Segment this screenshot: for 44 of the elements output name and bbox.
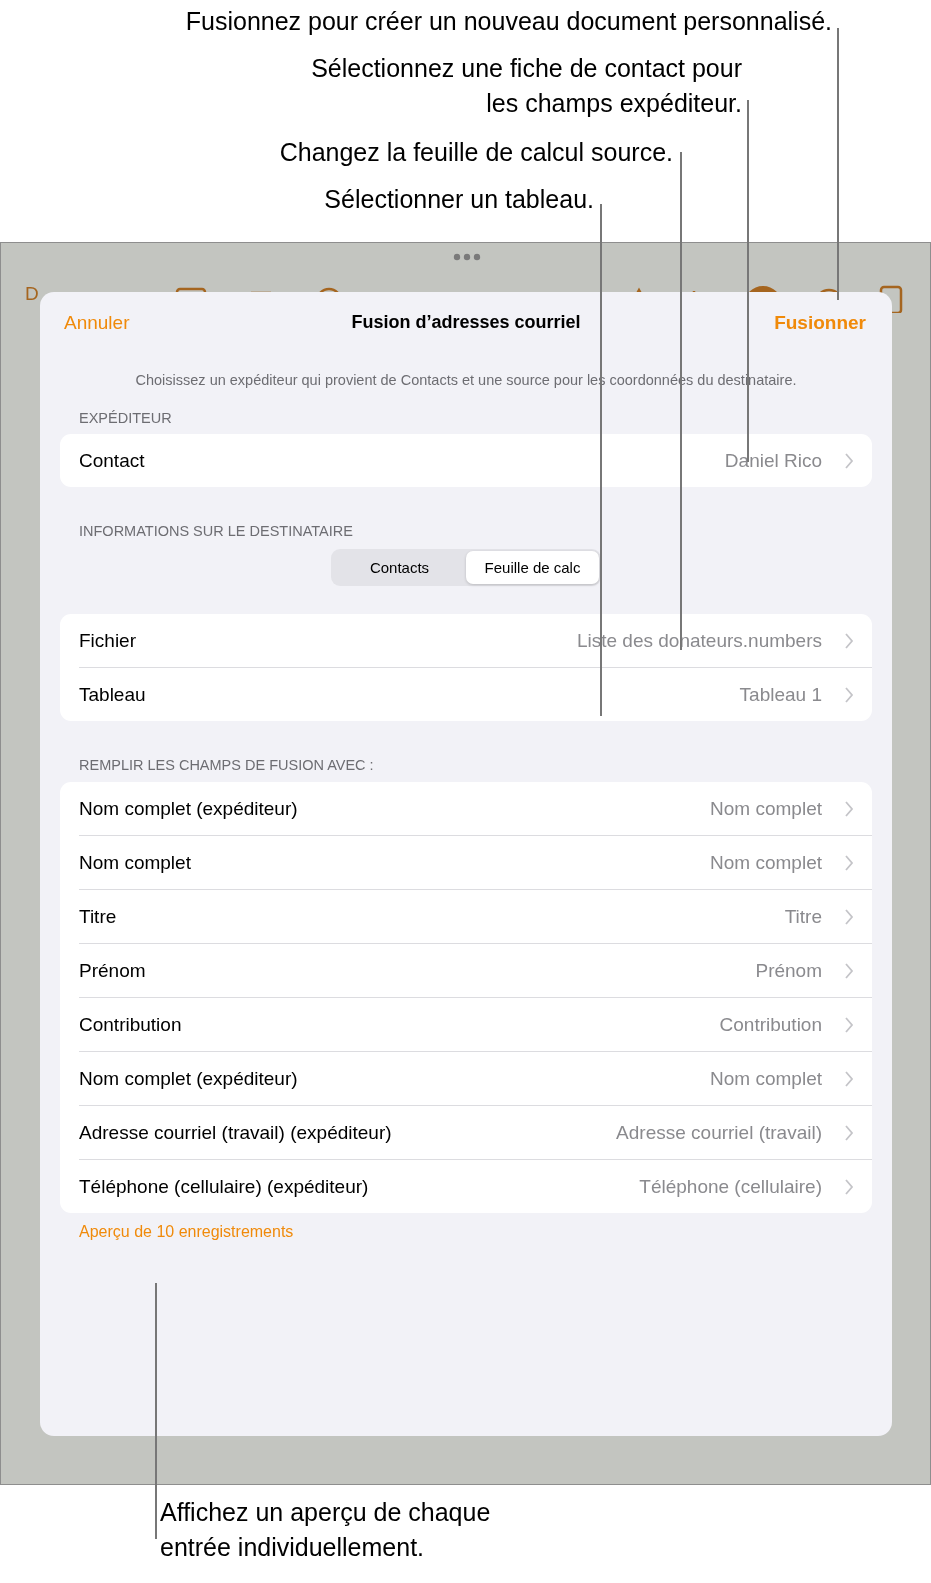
chevron-icon[interactable] [844, 1015, 854, 1034]
chevron-icon[interactable] [844, 907, 854, 926]
row-value: Contribution [719, 1013, 822, 1036]
row-value: Titre [784, 905, 822, 928]
chevron-icon[interactable] [844, 685, 854, 704]
section-label: EXPÉDITEUR [79, 410, 173, 426]
chevron-icon[interactable] [844, 853, 854, 872]
chevron-icon[interactable] [844, 1123, 854, 1142]
section-label: REMPLIR LES CHAMPS DE FUSION AVEC : [79, 757, 375, 773]
row-label[interactable]: Prénom [79, 959, 756, 982]
callout-text: Sélectionner un tableau. [324, 184, 595, 215]
row-value: Tableau 1 [739, 683, 822, 706]
row-value: Nom complet [710, 851, 822, 874]
row-label[interactable]: Nom complet (expéditeur) [79, 1067, 711, 1090]
row-label[interactable]: Titre [79, 905, 785, 928]
chevron-icon[interactable] [844, 961, 854, 980]
chevron-icon[interactable] [844, 1177, 854, 1196]
row-label[interactable]: Contact [79, 449, 725, 472]
chevron-icon[interactable] [844, 1069, 854, 1088]
row-value: Téléphone (cellulaire) [639, 1175, 822, 1198]
row-label[interactable]: Nom complet [79, 851, 711, 874]
chevron-icon[interactable] [844, 799, 854, 818]
row-label[interactable]: Adresse courriel (travail) (expéditeur) [79, 1121, 617, 1144]
more-icon[interactable] [453, 253, 481, 261]
row-label[interactable]: Tableau [79, 683, 740, 706]
segment-tab[interactable]: Contacts [333, 551, 466, 584]
section-label: INFORMATIONS SUR LE DESTINATAIRE [79, 523, 354, 539]
chevron-icon[interactable] [844, 451, 854, 470]
callout-text: Changez la feuille de calcul source. [279, 137, 674, 168]
segment-tab[interactable]: Feuille de calc [466, 551, 599, 584]
row-label[interactable]: Contribution [79, 1013, 720, 1036]
row-label[interactable]: Fichier [79, 629, 577, 652]
callout-text: Sélectionnez une fiche de contact pour les champs expéditeur. [311, 53, 743, 119]
sheet-title: Fusion d’adresses courriel [351, 312, 581, 333]
row-value: Prénom [755, 959, 822, 982]
row-value: Nom complet [710, 1067, 822, 1090]
callout-text: Affichez un aperçu de chaque entrée individuellement. [160, 1497, 492, 1563]
chevron-icon[interactable] [844, 631, 854, 650]
row-value: Adresse courriel (travail) [616, 1121, 822, 1144]
row-label[interactable]: Téléphone (cellulaire) (expéditeur) [79, 1175, 640, 1198]
row-label[interactable]: Nom complet (expéditeur) [79, 797, 711, 820]
row-value: Daniel Rico [724, 449, 822, 472]
callout-text: Fusionnez pour créer un nouveau document personnalisé. [185, 6, 833, 37]
row-value: Nom complet [710, 797, 822, 820]
